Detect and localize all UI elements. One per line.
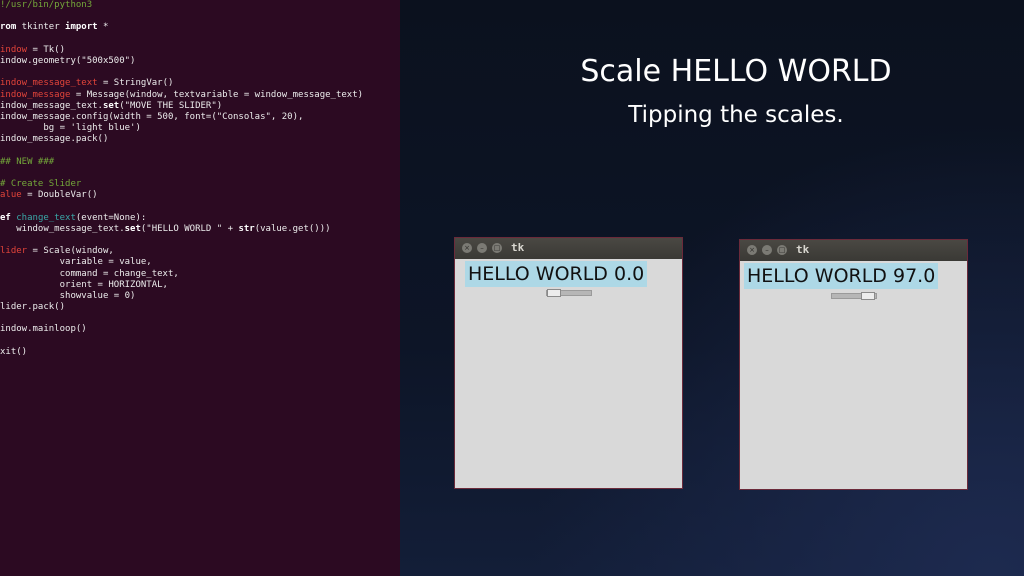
code-line: indow_message_text = StringVar() [0,78,363,89]
code-line: window_message_text.set("HELLO WORLD " +… [0,224,363,235]
close-icon[interactable]: × [747,245,757,255]
code-line: lider = Scale(window, [0,246,363,257]
code-line: xit() [0,347,363,358]
slide-subtitle: Tipping the scales. [628,102,844,128]
code-token: ("HELLO WORLD " + [140,223,239,234]
code-token: = Tk() [27,44,66,55]
scale-slider-handle[interactable] [861,292,876,300]
code-token: set [102,100,120,111]
code-line: indow_message.config(width = 500, font=(… [0,112,363,123]
code-token: = StringVar() [97,78,174,89]
code-token: (event=None): [75,212,147,223]
slide: Scale HELLO WORLD Tipping the scales. × … [400,0,1024,576]
code-editor-pane: !/usr/bin/python3 rom tkinter import * ind… [0,0,400,576]
code-token: = Message(window, textvariable = window_… [70,89,364,100]
code-token: lider [0,246,28,257]
code-editor[interactable]: !/usr/bin/python3 rom tkinter import * ind… [0,0,363,358]
window-titlebar[interactable]: × – □ tk [740,240,967,261]
code-token: ("MOVE THE SLIDER") [119,100,223,111]
close-icon[interactable]: × [462,243,472,253]
code-line: lider.pack() [0,302,363,313]
code-token: lider.pack() [0,302,66,313]
code-line: variable = value, [0,257,363,268]
code-line: command = change_text, [0,269,363,280]
code-token: str [238,223,255,234]
code-line: indow_message.pack() [0,134,363,145]
minimize-icon[interactable]: – [762,245,772,255]
code-token: !/usr/bin/python3 [0,0,93,10]
code-token: indow.geometry("500x500") [0,55,136,66]
minimize-icon[interactable]: – [477,243,487,253]
code-token: set [124,223,141,234]
code-token: window_message_text. [0,223,125,234]
code-line: bg = 'light blue') [0,123,363,134]
scale-slider-handle[interactable] [547,289,561,297]
code-line: # Create Slider [0,179,363,190]
code-token: indow_message [0,89,71,100]
code-line: ef change_text(event=None): [0,213,363,224]
tk-window-2: × – □ tk HELLO WORLD 97.0 [739,239,968,490]
code-token: = Scale(window, [27,246,114,257]
code-token: indow.mainloop() [0,324,87,335]
scale-slider[interactable] [831,292,877,300]
code-token: tkinter [16,22,66,33]
code-line: indow = Tk() [0,45,363,56]
code-token: ## NEW ### [0,156,55,167]
window-title: tk [511,241,525,254]
code-line: rom tkinter import * [0,22,363,33]
code-line: !/usr/bin/python3 [0,0,363,11]
tk-window-1: × – □ tk HELLO WORLD 0.0 [454,237,683,489]
code-token: command = change_text, [0,268,179,279]
code-line: indow_message = Message(window, textvari… [0,90,363,101]
code-line: indow_message_text.set("MOVE THE SLIDER"… [0,101,363,112]
code-line: showvalue = 0) [0,291,363,302]
code-line: alue = DoubleVar() [0,190,363,201]
code-token: * [97,22,109,33]
code-token: # Create Slider [0,179,82,189]
slide-title: Scale HELLO WORLD [580,54,892,89]
code-token: = DoubleVar() [21,190,98,201]
scale-slider[interactable] [546,289,592,297]
code-token: import [65,22,98,33]
maximize-icon[interactable]: □ [492,243,502,253]
code-line: indow.mainloop() [0,324,363,335]
code-token: indow [0,44,28,55]
code-token: variable = value, [0,257,152,268]
code-token: alue [0,190,22,201]
code-token: xit() [0,346,28,357]
code-token: indow_message.config(width = 500, font=(… [0,111,304,122]
code-token: indow_message_text. [0,100,103,111]
message-label: HELLO WORLD 97.0 [744,263,939,289]
code-token: (value.get())) [254,223,331,234]
code-line: orient = HORIZONTAL, [0,280,363,291]
code-token: orient = HORIZONTAL, [0,279,168,290]
maximize-icon[interactable]: □ [777,245,787,255]
code-token: change_text [16,212,76,223]
window-title: tk [796,243,810,256]
code-token: indow_message_text [0,78,98,89]
code-line: indow.geometry("500x500") [0,56,363,67]
code-token: ef [0,212,11,223]
window-titlebar[interactable]: × – □ tk [455,238,682,259]
message-label: HELLO WORLD 0.0 [465,261,648,287]
code-line: ## NEW ### [0,157,363,168]
code-token: indow_message.pack() [0,134,109,145]
code-token: rom [0,22,17,33]
code-token: showvalue = 0) [0,290,136,301]
code-token: bg = 'light blue') [0,123,141,134]
